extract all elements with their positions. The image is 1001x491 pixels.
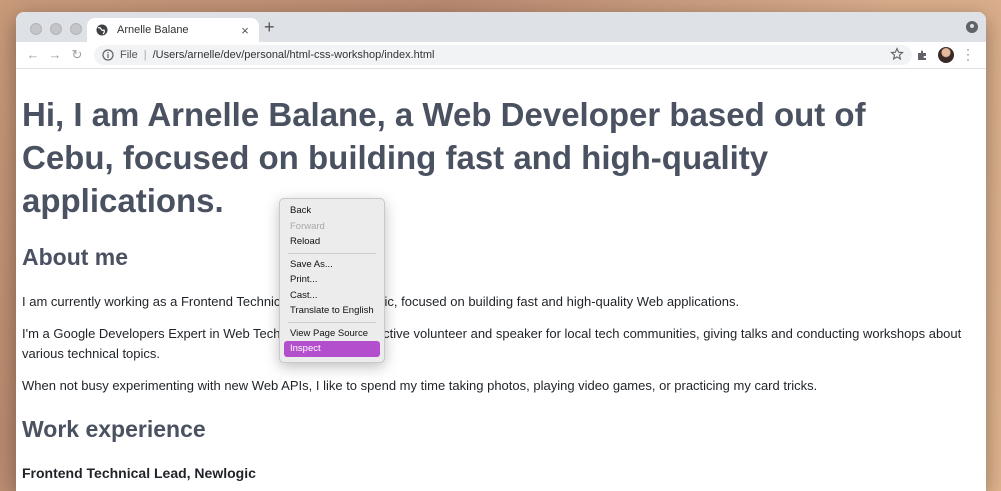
menu-item-view-source[interactable]: View Page Source: [280, 326, 384, 342]
reload-icon[interactable]: ↻: [68, 47, 86, 63]
job-title: Frontend Technical Lead, Newlogic: [22, 465, 256, 481]
address-bar[interactable]: File | /Users/arnelle/dev/personal/html-…: [94, 45, 912, 65]
menu-item-print[interactable]: Print...: [280, 272, 384, 288]
about-paragraph-1: I am currently working as a Frontend Tec…: [22, 294, 740, 309]
menu-item-reload[interactable]: Reload: [280, 234, 384, 250]
menu-divider: [288, 321, 376, 323]
back-arrow-icon[interactable]: ←: [24, 47, 42, 63]
new-tab-button[interactable]: +: [264, 18, 275, 36]
about-heading: About me: [22, 244, 129, 270]
bookmark-star-icon[interactable]: [890, 47, 904, 61]
about-paragraph-2: I'm a Google Developers Expert in Web Te…: [22, 326, 962, 361]
address-separator: |: [143, 49, 147, 61]
tab-title: Arnelle Balane: [117, 24, 189, 36]
tab-search-icon[interactable]: [966, 21, 978, 33]
address-scheme: File: [120, 49, 138, 61]
page-headline: Hi, I am Arnelle Balane, a Web Developer…: [22, 96, 866, 219]
more-menu-icon[interactable]: · · ·: [966, 43, 972, 65]
forward-arrow-icon[interactable]: →: [46, 47, 64, 63]
about-paragraph-3: When not busy experimenting with new Web…: [22, 378, 818, 393]
menu-item-back[interactable]: Back: [280, 203, 384, 219]
menu-item-save-as[interactable]: Save As...: [280, 257, 384, 273]
close-tab-icon[interactable]: ×: [237, 23, 253, 38]
tab-active[interactable]: Arnelle Balane ×: [87, 18, 259, 42]
minimize-window-button[interactable]: [50, 23, 62, 35]
info-icon[interactable]: [102, 49, 114, 61]
menu-item-cast[interactable]: Cast...: [280, 288, 384, 304]
work-heading: Work experience: [22, 416, 206, 442]
address-url: /Users/arnelle/dev/personal/html-css-wor…: [152, 49, 435, 61]
menu-divider: [288, 252, 376, 254]
toolbar: ← → ↻ File | /Users/arnelle/dev/personal…: [16, 42, 986, 69]
window-controls: [30, 23, 82, 35]
tab-bar: Arnelle Balane × +: [16, 12, 986, 42]
maximize-window-button[interactable]: [70, 23, 82, 35]
profile-avatar[interactable]: [938, 47, 954, 63]
menu-item-translate[interactable]: Translate to English: [280, 303, 384, 319]
extensions-puzzle-icon[interactable]: [916, 49, 928, 61]
globe-icon: [96, 24, 108, 36]
browser-window: Arnelle Balane × + ← → ↻ File | /Users/a…: [16, 12, 986, 491]
close-window-button[interactable]: [30, 23, 42, 35]
menu-item-inspect[interactable]: Inspect: [284, 341, 380, 357]
menu-item-forward: Forward: [290, 220, 325, 232]
context-menu: Back Forward Reload Save As... Print... …: [279, 198, 385, 363]
page-content: Hi, I am Arnelle Balane, a Web Developer…: [16, 69, 986, 491]
